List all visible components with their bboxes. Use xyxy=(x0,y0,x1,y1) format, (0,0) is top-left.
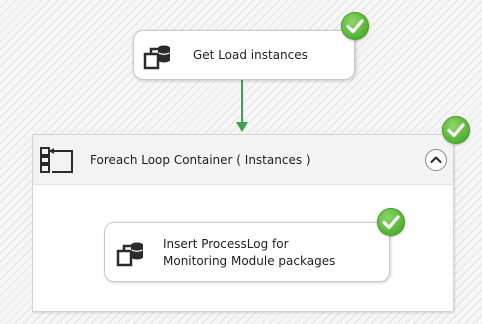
task-get-load-instances[interactable]: Get Load instances xyxy=(133,30,355,80)
task-insert-processlog[interactable]: Insert ProcessLog for Monitoring Module … xyxy=(104,222,390,282)
success-check-icon xyxy=(341,12,369,40)
database-task-icon xyxy=(116,242,143,267)
success-check-icon xyxy=(377,208,405,236)
database-task-icon xyxy=(143,45,170,70)
collapse-button[interactable] xyxy=(425,149,447,171)
task-label: Get Load instances xyxy=(193,48,308,62)
task-label-line-1: Insert ProcessLog for xyxy=(163,237,289,251)
task-label-line-2: Monitoring Module packages xyxy=(163,254,336,268)
container-title: Foreach Loop Container ( Instances ) xyxy=(90,153,311,167)
success-check-icon xyxy=(442,116,470,144)
container-header[interactable]: Foreach Loop Container ( Instances ) xyxy=(33,135,453,185)
chevron-up-icon xyxy=(430,156,442,163)
precedence-constraint-arrow[interactable] xyxy=(235,80,249,134)
foreach-loop-icon xyxy=(40,147,73,173)
